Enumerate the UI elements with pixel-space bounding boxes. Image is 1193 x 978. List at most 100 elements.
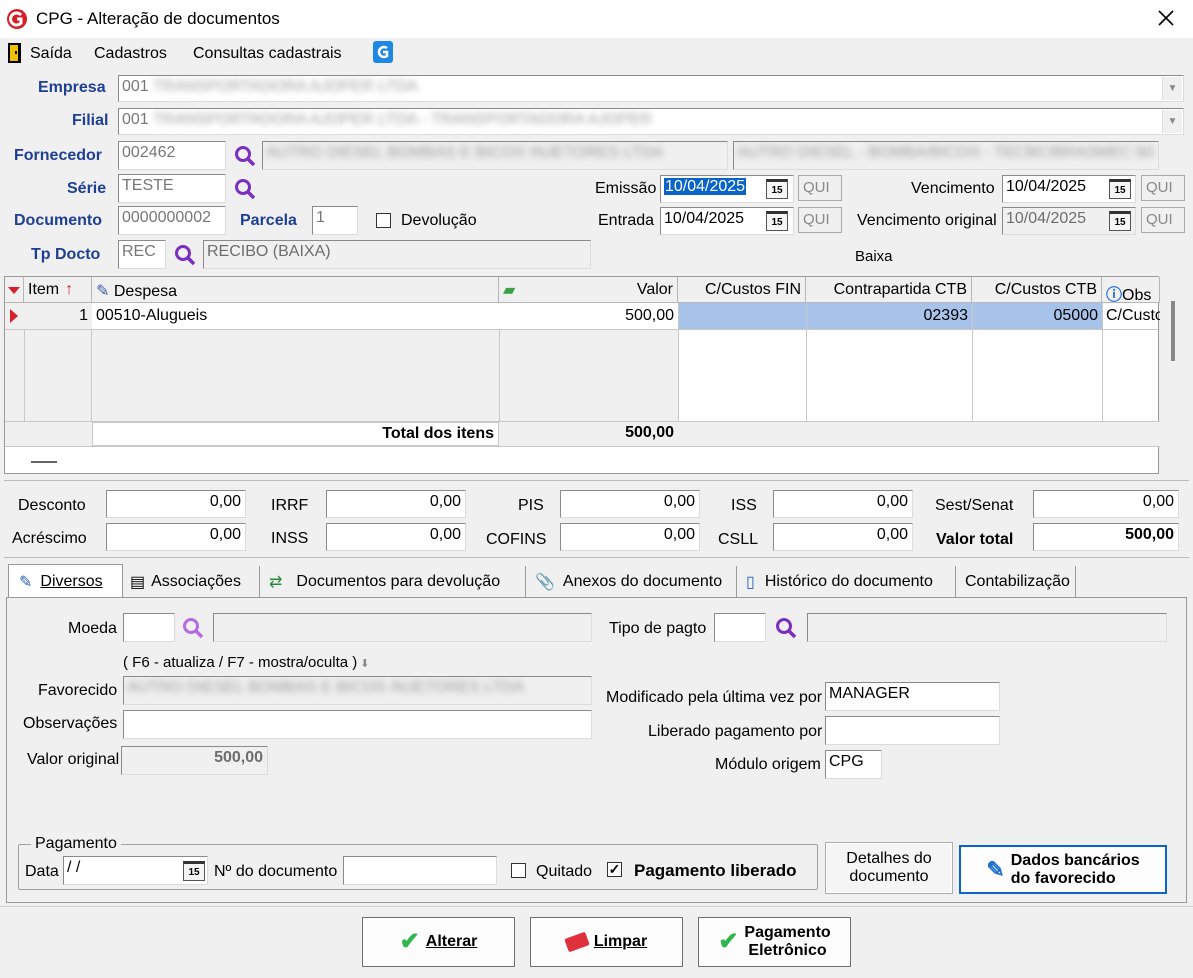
pis-input[interactable]: 0,00: [560, 490, 700, 518]
moeda-search-icon[interactable]: [181, 616, 205, 640]
table-row-valor[interactable]: 500,00: [499, 303, 678, 329]
emissao-day: QUI: [798, 175, 842, 201]
acrescimo-label: Acréscimo: [12, 530, 87, 547]
ndoc-input[interactable]: [343, 856, 497, 885]
csll-input[interactable]: 0,00: [773, 523, 913, 551]
moeda-label: Moeda: [68, 620, 117, 637]
menu-saida[interactable]: Saída: [30, 45, 72, 63]
liberado-label: Liberado pagamento por: [648, 723, 823, 740]
g-app-icon[interactable]: [373, 41, 393, 63]
table-row-item[interactable]: 1: [24, 303, 92, 329]
detalhes-documento-button[interactable]: Detalhes do documento: [825, 842, 953, 894]
tab-contabilizacao[interactable]: Contabilização: [959, 566, 1076, 598]
desconto-input[interactable]: 0,00: [106, 490, 246, 518]
valor-total-field: 500,00: [1033, 523, 1179, 551]
parcela-input[interactable]: 1: [312, 206, 358, 235]
filial-label: Filial: [72, 112, 109, 129]
tab-historico[interactable]: ▯ Histórico do documento: [740, 566, 956, 598]
valor-original-field: 500,00: [121, 746, 268, 775]
tpdocto-search-icon[interactable]: [173, 243, 197, 267]
tipo-pagto-input[interactable]: [714, 613, 766, 642]
menu-consultas[interactable]: Consultas cadastrais: [193, 45, 342, 63]
irrf-label: IRRF: [271, 497, 309, 514]
fornecedor-search-icon[interactable]: [233, 144, 257, 168]
sest-label: Sest/Senat: [935, 497, 1014, 514]
grid-line: [972, 303, 973, 421]
footer-separator: [0, 906, 1193, 907]
inss-label: INSS: [271, 530, 309, 547]
check-icon: ✔: [718, 928, 739, 955]
tab-associacoes[interactable]: ▤ Associações: [126, 566, 260, 598]
grid-scrollbar[interactable]: [1171, 301, 1175, 361]
modificado-field: MANAGER: [825, 682, 1000, 711]
venc-original-label: Vencimento original: [857, 212, 997, 229]
filial-combo[interactable]: 001 TRANSPORTADORA AJOPER LTDA - TRANSPO…: [118, 108, 1184, 135]
fornecedor-code-input[interactable]: 002462: [118, 141, 226, 170]
table-row-contrapartida[interactable]: 02393: [806, 303, 972, 329]
grid-line: [24, 329, 25, 421]
grid-header-valor[interactable]: ▰ Valor: [499, 277, 678, 303]
devolucao-checkbox[interactable]: [376, 213, 391, 228]
favorecido-label: Favorecido: [38, 682, 118, 699]
valor-original-label: Valor original: [27, 751, 120, 768]
entrada-calendar-icon[interactable]: 15: [766, 211, 788, 231]
quitado-checkbox[interactable]: [511, 863, 526, 878]
dados-bancarios-button[interactable]: ✎ Dados bancários do favorecido: [959, 845, 1167, 894]
inss-input[interactable]: 0,00: [326, 523, 466, 551]
tab-devolucao[interactable]: ⇄ Documentos para devolução: [263, 566, 526, 598]
fornecedor-name2-field: AUTRO DIESEL - BOMBA/BICOS - TECBC/BRASM…: [733, 141, 1159, 170]
documento-label: Documento: [14, 212, 102, 229]
observacoes-input[interactable]: [123, 710, 592, 739]
grid-resize-handle[interactable]: [31, 461, 57, 463]
tpdocto-label: Tp Docto: [31, 246, 101, 263]
table-row-ccctb[interactable]: 05000: [972, 303, 1102, 329]
data-calendar-icon[interactable]: 15: [183, 861, 205, 881]
chevron-down-icon[interactable]: ▼: [1162, 110, 1182, 133]
pagamento-group-label: Pagamento: [31, 835, 121, 853]
venc-original-day: QUI: [1141, 207, 1185, 233]
vencimento-calendar-icon[interactable]: 15: [1109, 179, 1131, 199]
tpdocto-code-input[interactable]: REC: [118, 240, 166, 269]
acrescimo-input[interactable]: 0,00: [106, 523, 246, 551]
serie-input[interactable]: TESTE: [118, 174, 226, 203]
grid-header-despesa[interactable]: ✎ Despesa: [92, 277, 499, 303]
cofins-input[interactable]: 0,00: [560, 523, 700, 551]
window-title: CPG - Alteração de documentos: [36, 9, 280, 28]
close-icon[interactable]: [1157, 9, 1175, 27]
empresa-combo[interactable]: 001 TRANSPORTADORA AJOPER LTDA ▼: [118, 75, 1184, 102]
grid-header-ccctb[interactable]: C/Custos CTB: [972, 277, 1102, 303]
moeda-input[interactable]: [123, 613, 175, 642]
valor-total-label: Valor total: [936, 531, 1014, 548]
grid-header-item[interactable]: Item ↑: [24, 277, 92, 303]
documento-input[interactable]: 0000000002: [118, 206, 226, 235]
vencimento-day: QUI: [1141, 175, 1185, 201]
limpar-button[interactable]: Limpar: [530, 917, 683, 967]
venc-original-calendar-icon[interactable]: 15: [1109, 211, 1131, 231]
grid-empty-mid: [92, 329, 678, 421]
pagamento-eletronico-button[interactable]: ✔ Pagamento Eletrônico: [698, 917, 851, 967]
items-grid[interactable]: Item ↑ ✎ Despesa ▰ Valor C/Custos FIN Cont…: [4, 276, 1175, 474]
empresa-label: Empresa: [38, 79, 106, 96]
chevron-down-icon[interactable]: ▼: [1162, 77, 1182, 100]
pencil-icon: ✎: [19, 573, 33, 591]
tab-diversos[interactable]: ✎ Diversos: [8, 564, 123, 598]
modulo-field: CPG: [825, 750, 882, 779]
grid-header-obs[interactable]: ⓘObs: [1102, 277, 1160, 303]
sest-input[interactable]: 0,00: [1033, 490, 1179, 518]
table-row-despesa[interactable]: 00510-Alugueis: [92, 303, 499, 329]
tab-anexos[interactable]: 📎 Anexos do documento: [529, 566, 737, 598]
table-row-obs[interactable]: C/Custo: [1102, 303, 1160, 329]
grid-header-contrapartida[interactable]: Contrapartida CTB: [806, 277, 972, 303]
alterar-button[interactable]: ✔ Alterar: [362, 917, 515, 967]
tipo-pagto-search-icon[interactable]: [774, 616, 798, 640]
grid-header-ccfin[interactable]: C/Custos FIN: [678, 277, 806, 303]
serie-search-icon[interactable]: [233, 177, 257, 201]
emissao-calendar-icon[interactable]: 15: [766, 179, 788, 199]
pagamento-liberado-checkbox[interactable]: ✓: [607, 862, 622, 877]
menu-cadastros[interactable]: Cadastros: [94, 45, 167, 63]
table-row-ccfin[interactable]: [678, 303, 806, 329]
irrf-input[interactable]: 0,00: [326, 490, 466, 518]
grid-empty-left: [5, 329, 92, 421]
iss-input[interactable]: 0,00: [773, 490, 913, 518]
arrow-down-icon: ⬇: [357, 658, 370, 670]
